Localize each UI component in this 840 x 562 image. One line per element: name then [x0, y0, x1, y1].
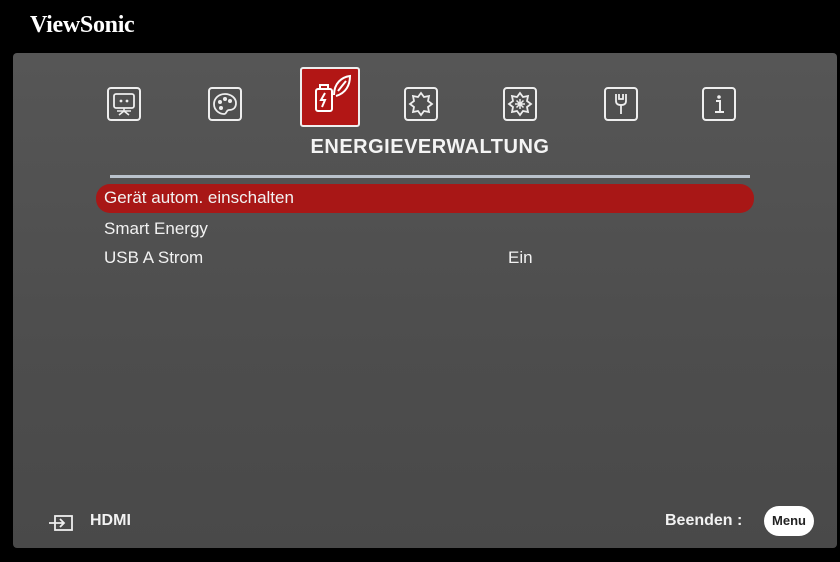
- tab-advanced-settings[interactable]: [503, 87, 537, 121]
- menu-item-auto-power-on[interactable]: Gerät autom. einschalten: [104, 185, 294, 211]
- advanced-settings-icon: [507, 91, 533, 117]
- system-tools-icon: [615, 94, 627, 114]
- tab-image-settings[interactable]: [208, 87, 242, 121]
- display-icon: [113, 93, 135, 116]
- exit-hint-label: Beenden :: [665, 512, 743, 529]
- menu-item-value: Ein: [508, 248, 533, 267]
- tab-display[interactable]: [107, 87, 141, 121]
- tab-system-tools[interactable]: [604, 87, 638, 121]
- menu-item-usb-a-power[interactable]: USB A Strom: [104, 245, 203, 271]
- input-source-label: HDMI: [90, 512, 131, 529]
- tab-power-management[interactable]: [300, 67, 360, 127]
- information-icon: [715, 95, 724, 113]
- tab-title: ENERGIEVERWALTUNG: [310, 136, 550, 158]
- menu-item-smart-energy[interactable]: Smart Energy: [104, 216, 208, 242]
- basic-settings-icon: [408, 91, 434, 117]
- input-source-icon: [49, 515, 73, 531]
- brand-logo: ViewSonic: [30, 12, 135, 38]
- tab-information[interactable]: [702, 87, 736, 121]
- tab-basic-settings[interactable]: [404, 87, 438, 121]
- osd-screen: ViewSonic ENERGIEVERWALTUNG Gerät autom.…: [0, 0, 840, 562]
- osd-panel: [13, 53, 837, 548]
- menu-button[interactable]: Menu: [764, 506, 814, 536]
- image-settings-icon: [213, 93, 237, 115]
- power-management-icon: [315, 74, 352, 112]
- divider: [110, 175, 750, 178]
